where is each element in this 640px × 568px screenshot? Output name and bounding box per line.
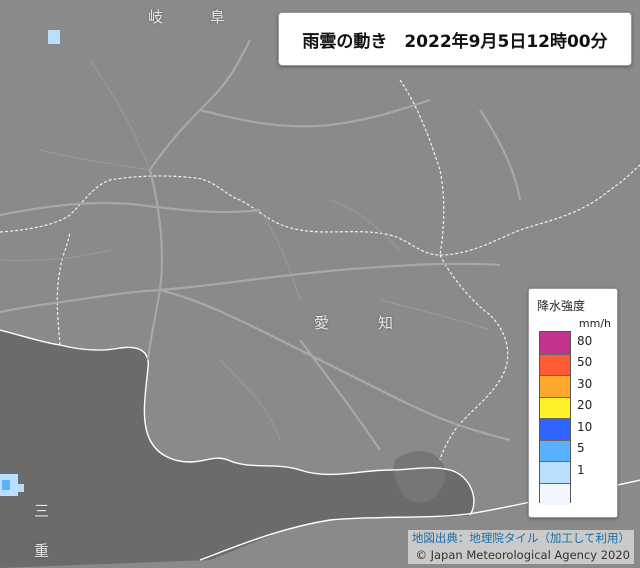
map-title: 雨雲の動き 2022年9月5日12時00分: [278, 12, 632, 66]
region-label-aichi-1: 愛: [314, 314, 330, 332]
copyright-notice: © Japan Meteorological Agency 2020: [415, 548, 630, 562]
legend-tick-label: 30: [577, 376, 593, 391]
region-label-mie-1: 三: [34, 502, 50, 520]
legend-swatch: [540, 375, 570, 398]
legend-tick-label: 5: [577, 441, 585, 456]
rain-cell-light: [48, 30, 60, 44]
legend-color-scale: [539, 331, 571, 505]
region-label-gifu-1: 岐: [148, 8, 164, 26]
legend-swatch: [540, 332, 570, 354]
legend-title: 降水強度: [537, 299, 586, 313]
region-label-gifu-2: 阜: [210, 8, 226, 26]
legend-swatch: [540, 461, 570, 484]
region-label-aichi-2: 知: [378, 314, 394, 332]
precipitation-legend: 降水強度 mm/h 80 50 30 20 10 5 1: [528, 288, 618, 518]
map-attribution: 地図出典：地理院タイル（加工して利用） © Japan Meteorologic…: [407, 530, 634, 564]
legend-tick-label: 1: [577, 462, 585, 477]
rain-cell-moderate: [2, 480, 10, 490]
region-label-mie-2: 重: [34, 542, 50, 560]
rain-cloud-map[interactable]: 岐 阜 愛 知 三 重 雨雲の動き 2022年9月5日12時00分 降水強度 m…: [0, 0, 640, 568]
legend-unit: mm/h: [578, 317, 611, 330]
legend-tick-label: 50: [577, 355, 593, 370]
legend-swatch: [540, 439, 570, 462]
legend-tick-label: 80: [577, 333, 593, 348]
legend-tick-label: 10: [577, 419, 593, 434]
map-source-link[interactable]: 地図出典：地理院タイル（加工して利用）: [412, 530, 630, 547]
legend-swatch: [540, 353, 570, 376]
legend-swatch: [540, 418, 570, 441]
legend-swatch: [540, 396, 570, 419]
legend-swatch: [540, 482, 570, 505]
legend-tick-label: 20: [577, 398, 593, 413]
rain-cell-light: [18, 484, 24, 492]
